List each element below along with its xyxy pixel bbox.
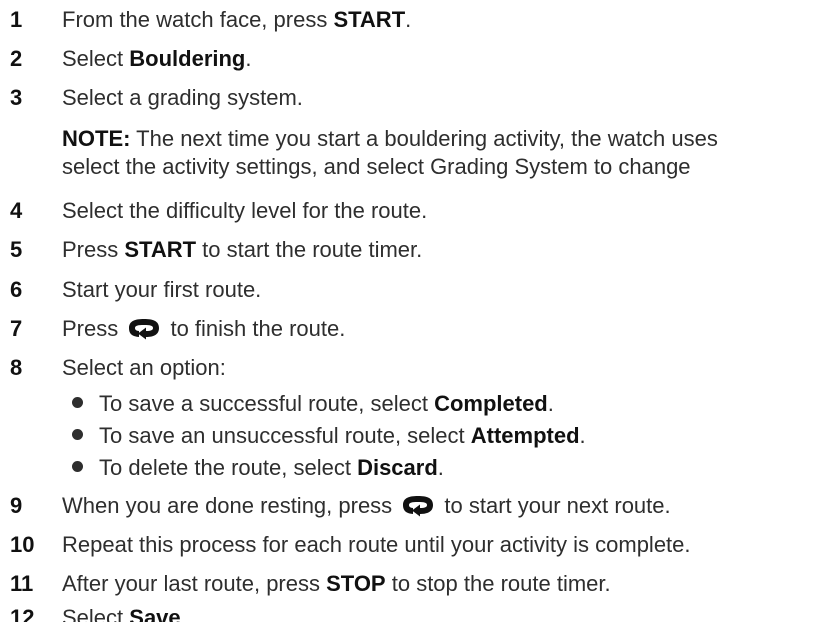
option-text-end: . bbox=[579, 423, 586, 448]
step-text-end: . bbox=[405, 7, 412, 32]
option-item-completed: To save a successful route, select Compl… bbox=[62, 390, 554, 420]
option-text: To delete the route, select bbox=[99, 455, 358, 480]
step-3: 3 Select a grading system. bbox=[0, 84, 829, 114]
step-text: Repeat this process for each route until… bbox=[62, 532, 691, 557]
step-number: 12 bbox=[10, 605, 35, 622]
step-4: 4 Select the difficulty level for the ro… bbox=[0, 197, 829, 227]
note-label: NOTE: bbox=[62, 126, 131, 151]
step-text: After your last route, press bbox=[62, 571, 327, 596]
step-number: 4 bbox=[10, 198, 23, 223]
step-11: 11 After your last route, press STOP to … bbox=[0, 570, 829, 600]
option-name: Discard bbox=[357, 455, 438, 480]
bullet-icon bbox=[72, 429, 83, 440]
lap-button-icon bbox=[129, 319, 160, 340]
button-name: START bbox=[333, 7, 406, 32]
step-text: When you are done resting, press bbox=[62, 493, 399, 518]
step-text: Press bbox=[62, 237, 125, 262]
step-text: Select the difficulty level for the rout… bbox=[62, 198, 428, 223]
step-text-end: . bbox=[245, 46, 252, 71]
step-5: 5 Press START to start the route timer. bbox=[0, 236, 829, 266]
bullet-icon bbox=[72, 461, 83, 472]
step-text: Select bbox=[62, 46, 130, 71]
step-8: 8 Select an option: bbox=[0, 354, 829, 384]
step-text-end: to stop the route timer. bbox=[385, 571, 611, 596]
step-6: 6 Start your first route. bbox=[0, 276, 829, 306]
menu-item-name: Bouldering bbox=[129, 46, 246, 71]
step-12: 12 Select Save. bbox=[0, 604, 829, 622]
note-block: NOTE: The next time you start a boulderi… bbox=[62, 125, 829, 181]
step-number: 6 bbox=[10, 277, 23, 302]
note-text-line-2: select the activity settings, and select… bbox=[62, 154, 691, 179]
menu-item-name: Save bbox=[129, 605, 181, 622]
step-text: Start your first route. bbox=[62, 277, 262, 302]
step-text-end: to start the route timer. bbox=[196, 237, 423, 262]
step-number: 8 bbox=[10, 355, 23, 380]
option-item-attempted: To save an unsuccessful route, select At… bbox=[62, 422, 586, 452]
step-7: 7 Press to finish the route. bbox=[0, 315, 829, 345]
button-name: STOP bbox=[326, 571, 386, 596]
step-10: 10 Repeat this process for each route un… bbox=[0, 531, 829, 561]
step-number: 1 bbox=[10, 7, 23, 32]
lap-button-icon bbox=[403, 496, 434, 517]
step-text: Select an option: bbox=[62, 355, 226, 380]
step-number: 7 bbox=[10, 316, 23, 341]
step-text: Press bbox=[62, 316, 125, 341]
option-text: To save a successful route, select bbox=[99, 391, 435, 416]
step-number: 9 bbox=[10, 493, 23, 518]
option-text-end: . bbox=[437, 455, 444, 480]
option-item-discard: To delete the route, select Discard. bbox=[62, 454, 444, 484]
step-number: 2 bbox=[10, 46, 23, 71]
step-text-end: to start your next route. bbox=[438, 493, 671, 518]
step-text: From the watch face, press bbox=[62, 7, 334, 32]
step-number: 11 bbox=[10, 571, 34, 596]
step-text: Select a grading system. bbox=[62, 85, 303, 110]
step-text-end: to finish the route. bbox=[164, 316, 346, 341]
step-2: 2 Select Bouldering. bbox=[0, 45, 829, 75]
step-1: 1 From the watch face, press START. bbox=[0, 6, 829, 36]
option-text-end: . bbox=[547, 391, 554, 416]
option-name: Completed bbox=[434, 391, 548, 416]
bullet-icon bbox=[72, 397, 83, 408]
step-number: 10 bbox=[10, 532, 35, 557]
step-9: 9 When you are done resting, press to st… bbox=[0, 492, 829, 522]
step-text: Select bbox=[62, 605, 130, 622]
option-name: Attempted bbox=[470, 423, 580, 448]
step-number: 3 bbox=[10, 85, 23, 110]
option-text: To save an unsuccessful route, select bbox=[99, 423, 471, 448]
note-text-line-1: The next time you start a bouldering act… bbox=[130, 126, 718, 151]
step-number: 5 bbox=[10, 237, 23, 262]
button-name: START bbox=[124, 237, 197, 262]
step-text-end: . bbox=[180, 605, 187, 622]
